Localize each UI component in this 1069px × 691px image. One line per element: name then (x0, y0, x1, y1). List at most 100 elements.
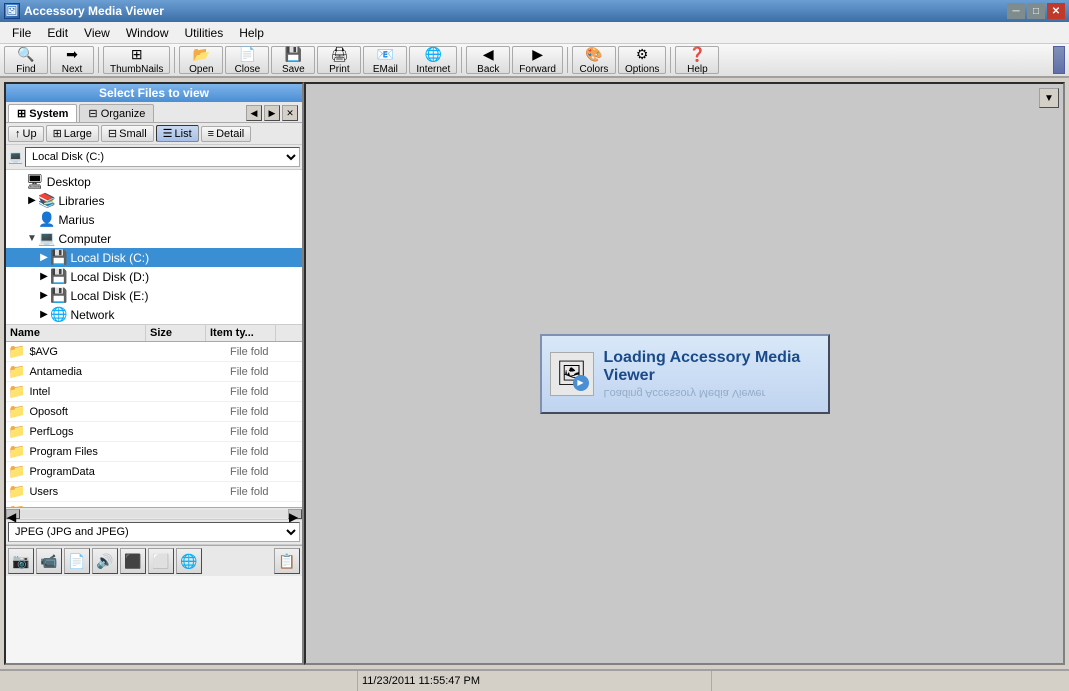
menu-edit[interactable]: Edit (39, 24, 76, 42)
print-icon: 🖨 (330, 46, 348, 63)
save-label: Save (282, 64, 305, 75)
tab-nav-back[interactable]: ◀ (246, 105, 262, 121)
maximize-button[interactable]: □ (1027, 3, 1045, 19)
toolbar-handle[interactable] (1053, 46, 1065, 74)
colors-button[interactable]: 🎨 Colors (572, 46, 616, 74)
hscroll-track[interactable] (20, 510, 288, 518)
panel-scroll-btn[interactable]: ▼ (1039, 88, 1059, 108)
menu-view[interactable]: View (76, 24, 118, 42)
hscroll-right[interactable]: ▶ (288, 509, 302, 519)
file-type: File fold (230, 446, 300, 458)
main-content: Select Files to view ⊞ System ⊟ Organize… (0, 78, 1069, 669)
file-list[interactable]: 📁 $AVG File fold 📁 Antamedia File fold 📁… (6, 342, 302, 507)
internet-button[interactable]: 🌐 Internet (409, 46, 457, 74)
file-tree[interactable]: 🖥 Desktop ▶ 📚 Libraries 👤 Marius ▼ 💻 (6, 170, 302, 325)
help-button[interactable]: ❓ Help (675, 46, 719, 74)
view-up-button[interactable]: ↑ Up (8, 126, 44, 142)
list-item[interactable]: 📁 Antamedia File fold (6, 362, 302, 382)
file-type: File fold (230, 386, 300, 398)
view-small-icon: ⊟ (108, 127, 117, 140)
list-item[interactable]: 📁 $AVG File fold (6, 342, 302, 362)
expand-icon[interactable]: ▶ (38, 252, 50, 263)
titlebar-controls[interactable]: ─ □ ✕ (1007, 3, 1065, 19)
btn-audio[interactable]: 🔊 (92, 548, 118, 574)
options-button[interactable]: ⚙ Options (618, 46, 666, 74)
location-bar: 💻 Local Disk (C:) (6, 145, 302, 170)
menu-file[interactable]: File (4, 24, 39, 42)
panel-tab-controls: ◀ ▶ ✕ (246, 105, 300, 121)
network-icon: 🌐 (50, 306, 67, 323)
panel-tabs-left: ⊞ System ⊟ Organize (8, 104, 154, 122)
file-name: $AVG (29, 346, 170, 358)
list-item[interactable]: 📁 Oposoft File fold (6, 402, 302, 422)
col-name[interactable]: Name (6, 325, 146, 341)
location-dropdown[interactable]: Local Disk (C:) (25, 147, 300, 167)
list-item[interactable]: 📁 Intel File fold (6, 382, 302, 402)
menu-utilities[interactable]: Utilities (177, 24, 232, 42)
list-item[interactable]: 📁 Program Files File fold (6, 442, 302, 462)
forward-label: Forward (519, 64, 556, 75)
audio-icon: 🔊 (96, 553, 113, 570)
thumbnails-icon: ⊞ (131, 46, 143, 63)
forward-button[interactable]: ▶ Forward (512, 46, 563, 74)
tab-nav-fwd[interactable]: ▶ (264, 105, 280, 121)
btn-black[interactable]: ⬛ (120, 548, 146, 574)
user-icon: 👤 (38, 211, 55, 228)
expand-icon[interactable]: ▼ (26, 233, 38, 244)
tree-local-e[interactable]: ▶ 💾 Local Disk (E:) (6, 286, 302, 305)
expand-icon[interactable]: ▶ (38, 290, 50, 301)
view-large-button[interactable]: ⊞ Large (46, 125, 99, 142)
tree-desktop[interactable]: 🖥 Desktop (6, 172, 302, 191)
filter-dropdown[interactable]: JPEG (JPG and JPEG) All Files (*.*) BMP … (8, 522, 300, 542)
close-file-label: Close (235, 64, 261, 75)
btn-white[interactable]: ⬜ (148, 548, 174, 574)
open-icon: 📂 (193, 46, 210, 63)
btn-video[interactable]: 📹 (36, 548, 62, 574)
save-button[interactable]: 💾 Save (271, 46, 315, 74)
close-file-button[interactable]: 📄 Close (225, 46, 269, 74)
col-size[interactable]: Size (146, 325, 206, 341)
minimize-button[interactable]: ─ (1007, 3, 1025, 19)
view-detail-button[interactable]: ≡ Detail (201, 126, 252, 142)
list-item[interactable]: 📁 ProgramData File fold (6, 462, 302, 482)
find-button[interactable]: 🔍 Find (4, 46, 48, 74)
file-type: File fold (230, 486, 300, 498)
internet-icon: 🌐 (425, 46, 442, 63)
list-item[interactable]: 📁 Users File fold (6, 482, 302, 502)
colors-icon: 🎨 (585, 46, 602, 63)
view-small-button[interactable]: ⊟ Small (101, 125, 154, 142)
file-hscroll[interactable]: ◀ ▶ (6, 507, 302, 519)
tab-system[interactable]: ⊞ System (8, 104, 77, 122)
view-list-button[interactable]: ☰ List (156, 125, 199, 142)
btn-document[interactable]: 📄 (64, 548, 90, 574)
tree-local-c[interactable]: ▶ 💾 Local Disk (C:) (6, 248, 302, 267)
open-button[interactable]: 📂 Open (179, 46, 223, 74)
btn-clipboard[interactable]: 📋 (274, 548, 300, 574)
btn-web[interactable]: 🌐 (176, 548, 202, 574)
expand-icon[interactable]: ▶ (38, 309, 50, 320)
tree-libraries[interactable]: ▶ 📚 Libraries (6, 191, 302, 210)
tab-system-label: System (29, 108, 68, 120)
expand-icon[interactable]: ▶ (38, 271, 50, 282)
folder-icon: 📁 (8, 383, 25, 400)
btn-camera[interactable]: 📷 (8, 548, 34, 574)
tree-marius[interactable]: 👤 Marius (6, 210, 302, 229)
back-button[interactable]: ◀ Back (466, 46, 510, 74)
list-item[interactable]: 📁 PerfLogs File fold (6, 422, 302, 442)
folder-icon: 📁 (8, 443, 25, 460)
tree-network[interactable]: ▶ 🌐 Network (6, 305, 302, 324)
hscroll-left[interactable]: ◀ (6, 509, 20, 519)
menu-window[interactable]: Window (118, 24, 177, 42)
expand-icon[interactable]: ▶ (26, 195, 38, 206)
tab-organize[interactable]: ⊟ Organize (79, 104, 154, 122)
tab-close[interactable]: ✕ (282, 105, 298, 121)
print-button[interactable]: 🖨 Print (317, 46, 361, 74)
tree-local-d[interactable]: ▶ 💾 Local Disk (D:) (6, 267, 302, 286)
tree-computer[interactable]: ▼ 💻 Computer (6, 229, 302, 248)
thumbnails-button[interactable]: ⊞ ThumbNails (103, 46, 170, 74)
col-type[interactable]: Item ty... (206, 325, 276, 341)
menu-help[interactable]: Help (231, 24, 272, 42)
email-button[interactable]: 📧 EMail (363, 46, 407, 74)
next-button[interactable]: ➡ Next (50, 46, 94, 74)
close-button[interactable]: ✕ (1047, 3, 1065, 19)
